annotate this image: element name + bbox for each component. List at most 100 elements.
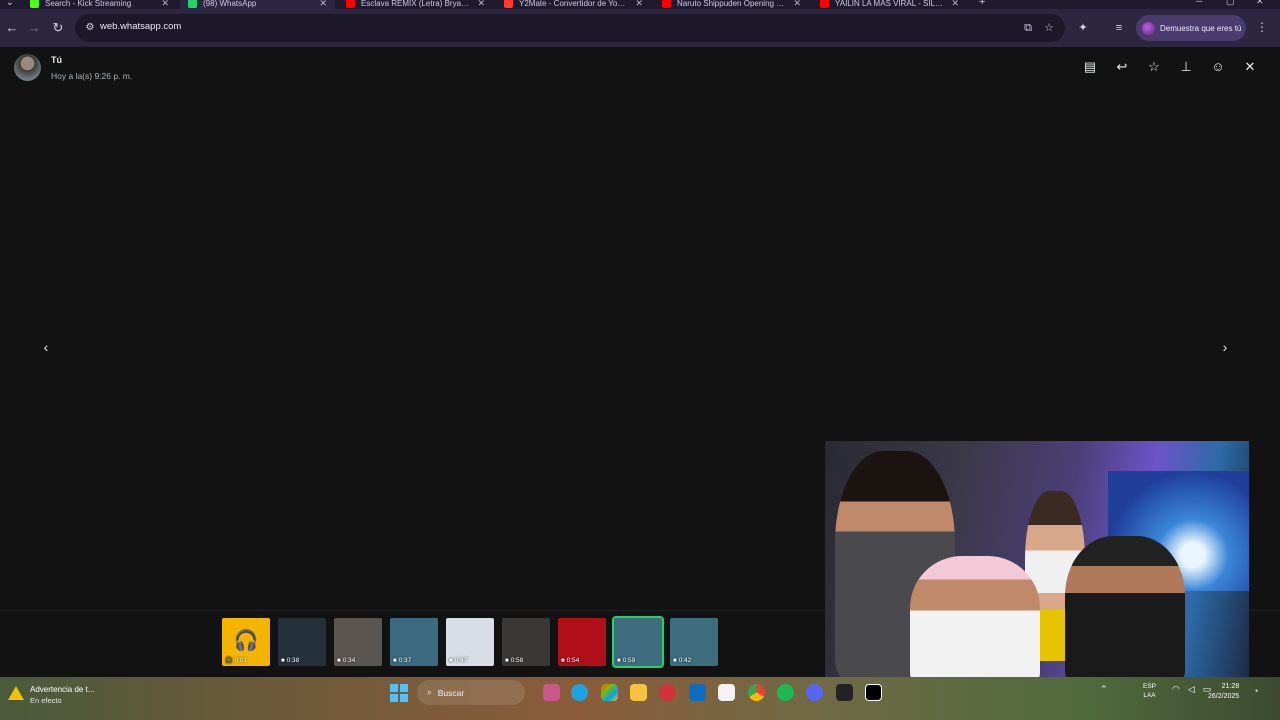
media-controls-icon[interactable]: ≡ (1111, 20, 1127, 36)
tab-close-icon[interactable]: ✕ (319, 0, 327, 9)
warning-subtitle: En efecto (30, 696, 62, 705)
screen: ⌄ Search - Kick Streaming ✕ (98) WhatsApp ✕… (0, 0, 1280, 720)
language-indicator[interactable]: ESP LAA (1143, 682, 1156, 700)
url-text[interactable]: web.whatsapp.com (100, 21, 181, 32)
reload-button[interactable]: ↻ (50, 20, 66, 36)
bookmark-star-icon[interactable]: ☆ (1042, 21, 1056, 35)
media-thumbnail[interactable]: ■ 0:58 (502, 618, 550, 666)
thumbnail-duration: 0:54 (566, 657, 580, 664)
tray-overflow-icon[interactable]: ⌃ (1100, 684, 1108, 695)
weather-warning-widget[interactable]: Advertencia de t... En efecto (8, 685, 94, 705)
search-icon: ⌕ (427, 687, 432, 697)
thumbnail-duration: 0:34 (342, 657, 356, 664)
tray-status-icons[interactable]: ◠ ◁ ▭ (1172, 684, 1211, 695)
taskbar-app-copilot-icon[interactable] (601, 684, 618, 701)
taskbar-search[interactable]: ⌕ Buscar (417, 680, 525, 705)
profile-avatar (1142, 21, 1155, 35)
audio-icon: 🎧 (225, 658, 233, 664)
person-right (1065, 536, 1185, 680)
media-thumbnail[interactable]: ■ 0:34 (334, 618, 382, 666)
video-camera-icon: ■ (617, 657, 621, 664)
browser-tab[interactable]: YAILIN LA MAS VIRAL - SILLA (... ✕ (812, 0, 967, 9)
install-app-icon[interactable]: ⧉ (1021, 21, 1035, 35)
emoji-icon[interactable]: ☺ (1210, 59, 1226, 75)
forward-button[interactable]: → (26, 20, 42, 36)
taskbar-app-store-icon[interactable] (718, 684, 735, 701)
tab-favicon-icon (188, 0, 197, 8)
tab-title: Esclava REMIX (Letra) Bryant M... (361, 0, 472, 8)
sender-info[interactable]: Tú Hoy a la(s) 9:26 p. m. (14, 54, 132, 81)
browser-menu-icon[interactable]: ⋮ (1256, 20, 1268, 34)
notification-bell-icon[interactable]: ◔ (1253, 686, 1258, 696)
media-thumbnail[interactable]: ■ 0:59 (612, 616, 664, 668)
video-camera-icon: ■ (673, 657, 677, 664)
tab-title: Naruto Shippuden Opening 3 |... (677, 0, 788, 8)
new-tab-button[interactable]: + (979, 0, 985, 8)
taskbar-app-opera-icon[interactable] (659, 684, 676, 701)
browser-tab[interactable]: Search - Kick Streaming ✕ (22, 0, 177, 9)
media-thumbnail[interactable]: ■ 0:42 (670, 618, 718, 666)
browser-tab[interactable]: (98) WhatsApp ✕ (180, 0, 335, 9)
site-info-icon[interactable]: ⚙ (83, 21, 97, 35)
tab-close-icon[interactable]: ✕ (161, 0, 169, 9)
warning-title: Advertencia de t... (30, 685, 95, 694)
media-thumbnail[interactable]: ■ 0:38 (278, 618, 326, 666)
clock[interactable]: 21:28 26/2/2025 (1208, 682, 1239, 702)
browser-tab-strip: ⌄ Search - Kick Streaming ✕ (98) WhatsApp ✕… (0, 0, 1280, 9)
browser-tab[interactable]: Naruto Shippuden Opening 3 |... ✕ (654, 0, 809, 9)
message-icon[interactable]: ▤ (1082, 59, 1098, 75)
maximize-window-icon[interactable]: ▢ (1226, 0, 1235, 7)
language-code: ESP (1143, 683, 1157, 690)
webcam-overlay (825, 441, 1249, 680)
profile-button[interactable]: Demuestra que eres tú (1136, 15, 1246, 41)
wifi-icon: ◠ (1172, 684, 1180, 694)
tab-search-menu-icon[interactable]: ⌄ (2, 0, 18, 9)
start-button[interactable] (390, 684, 408, 702)
video-camera-icon: ■ (561, 657, 565, 664)
close-icon[interactable]: ✕ (1242, 59, 1258, 75)
tab-close-icon[interactable]: ✕ (951, 0, 959, 9)
taskbar-app-discord-icon[interactable] (806, 684, 823, 701)
browser-tab[interactable]: Esclava REMIX (Letra) Bryant M... ✕ (338, 0, 493, 9)
back-button[interactable]: ← (4, 20, 20, 36)
media-thumbnail[interactable]: ■ 0:54 (558, 618, 606, 666)
browser-tab[interactable]: Y2Mate - Convertidor de YouTu... ✕ (496, 0, 651, 9)
taskbar-app-obs-icon[interactable] (836, 684, 853, 701)
taskbar-app-edge-icon[interactable] (571, 684, 588, 701)
taskbar-app-chrome-icon[interactable] (748, 684, 765, 701)
close-window-icon[interactable]: ✕ (1256, 0, 1264, 7)
tab-close-icon[interactable]: ✕ (635, 0, 643, 9)
previous-media-button[interactable]: ‹ (35, 336, 57, 358)
tab-favicon-icon (30, 0, 39, 8)
video-camera-icon: ■ (337, 657, 341, 664)
taskbar-search-placeholder: Buscar (437, 687, 465, 698)
tab-title: YAILIN LA MAS VIRAL - SILLA (... (835, 0, 946, 8)
video-camera-icon: ■ (449, 657, 453, 664)
star-icon[interactable]: ☆ (1146, 59, 1162, 75)
viewer-toolbar: ▤ ↩ ☆ ⊥ ☺ ✕ (1082, 59, 1258, 75)
taskbar-app-spotify-icon[interactable] (777, 684, 794, 701)
clock-time: 21:28 (1221, 683, 1240, 690)
browser-toolbar: ← → ↻ ⚙ web.whatsapp.com ⧉ ☆ ✦ ≡ Demuest… (0, 9, 1280, 47)
taskbar-app-explorer-icon[interactable] (630, 684, 647, 701)
media-thumbnail[interactable]: ■ 0:47 (446, 618, 494, 666)
message-timestamp: Hoy a la(s) 9:26 p. m. (51, 71, 133, 81)
video-camera-icon: ■ (505, 657, 509, 664)
tab-title: Search - Kick Streaming (45, 0, 132, 8)
system-tray[interactable]: ⌃ (1100, 684, 1108, 695)
taskbar-app-capcut-icon[interactable] (865, 684, 882, 701)
pin-icon[interactable]: ⊥ (1178, 59, 1194, 75)
taskbar-app-widgets-icon[interactable] (543, 684, 560, 701)
minimize-window-icon[interactable]: ─ (1196, 0, 1202, 6)
extensions-icon[interactable]: ✦ (1075, 20, 1091, 36)
tab-favicon-icon (662, 0, 671, 8)
media-thumbnail[interactable]: 🎧 🎧 0:01 (222, 618, 270, 666)
reply-icon[interactable]: ↩ (1114, 59, 1130, 75)
media-thumbnail[interactable]: ■ 0:37 (390, 618, 438, 666)
tab-close-icon[interactable]: ✕ (477, 0, 485, 9)
address-bar[interactable]: ⚙ web.whatsapp.com ⧉ ☆ (75, 14, 1065, 42)
tab-close-icon[interactable]: ✕ (793, 0, 801, 9)
avatar[interactable] (14, 54, 41, 81)
taskbar-app-outlook-icon[interactable] (689, 684, 706, 701)
next-media-button[interactable]: › (1214, 336, 1236, 358)
